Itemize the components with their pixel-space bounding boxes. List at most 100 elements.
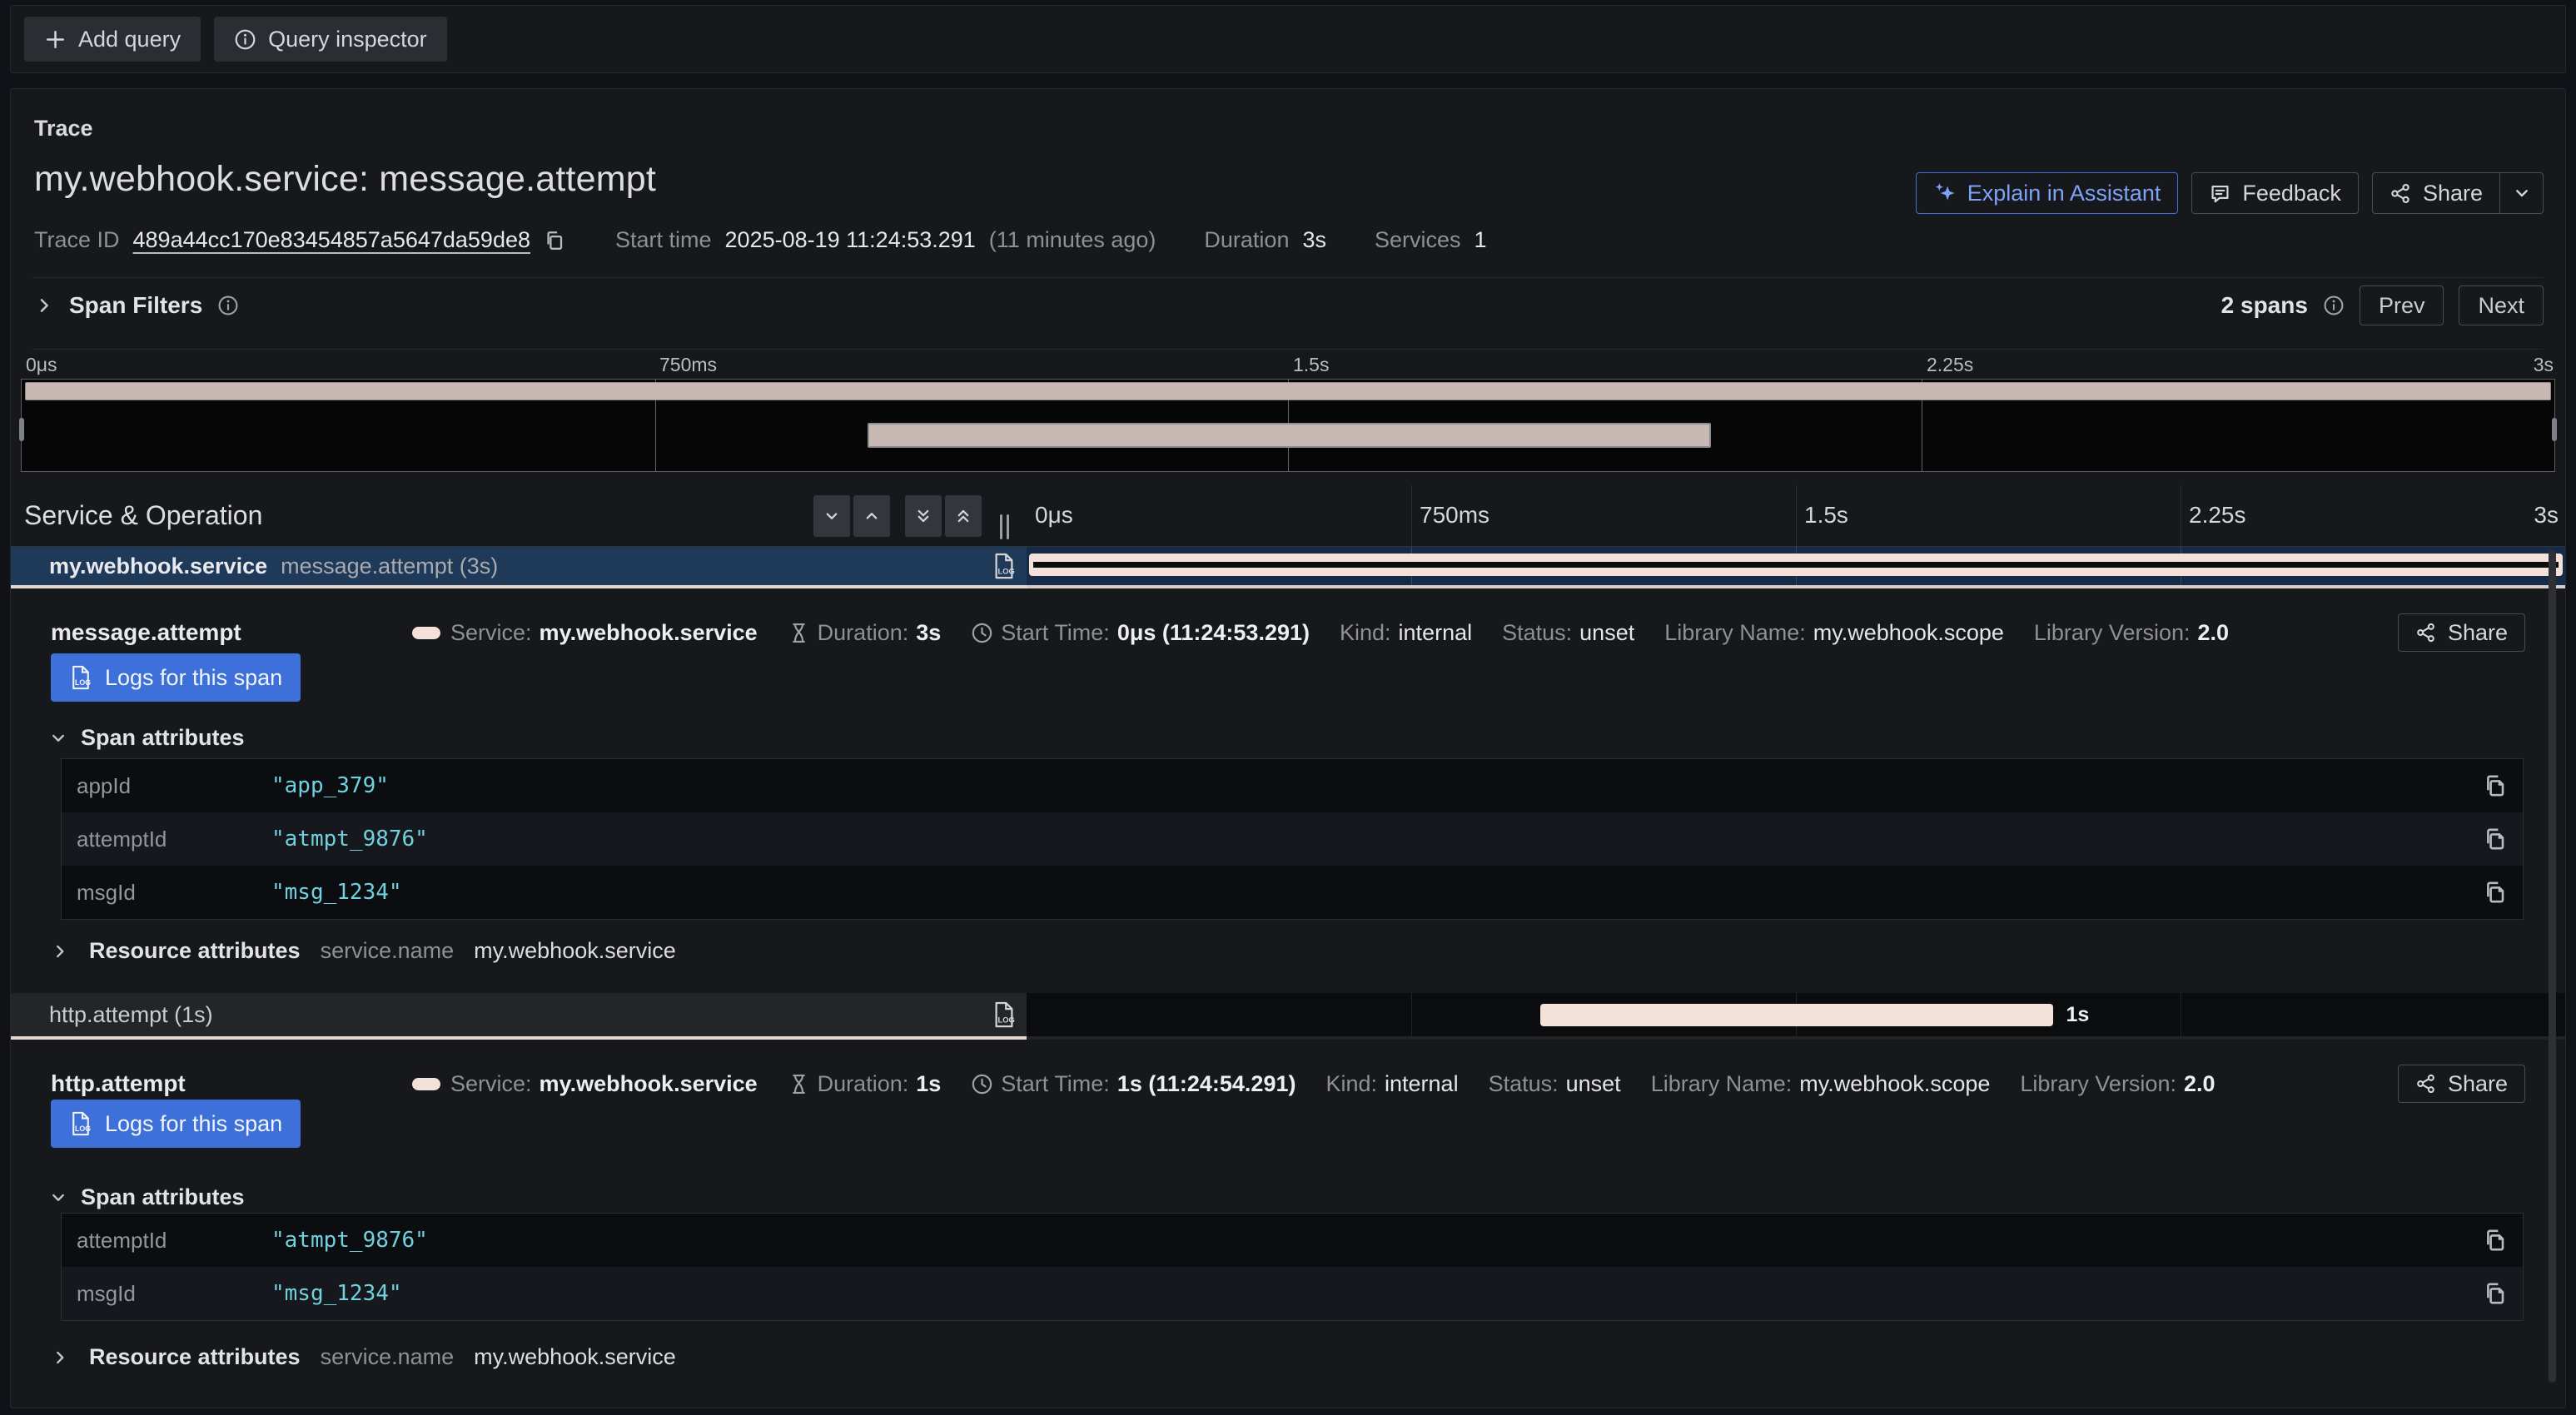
span-row-message-attempt[interactable]: my.webhook.service message.attempt (3s) … (11, 547, 2565, 588)
sparkle-icon (1933, 181, 1957, 205)
minimap-left-handle[interactable] (19, 418, 24, 441)
double-chevron-down-icon (914, 507, 932, 525)
attribute-value: "msg_1234" (271, 1281, 402, 1306)
span-attributes-toggle[interactable]: Span attributes (49, 1184, 245, 1210)
expand-one-button[interactable] (853, 495, 890, 537)
tick-label: 2.25s (2189, 502, 2246, 529)
trace-id-value: 489a44cc170e83454857a5647da59de8 (133, 227, 530, 253)
resource-attributes-toggle[interactable]: Resource attributes service.name my.webh… (51, 938, 676, 964)
start-time-label: Start Time: (1001, 1071, 1110, 1097)
collapse-all-button[interactable] (905, 495, 942, 537)
attribute-row: msgId "msg_1234" (62, 866, 2523, 919)
copy-icon (544, 229, 567, 252)
library-version-item: Library Version: 2.0 (2020, 1071, 2215, 1097)
svg-text:LOG: LOG (998, 567, 1015, 575)
minimap-right-handle[interactable] (2552, 418, 2557, 441)
share-dropdown-button[interactable] (2499, 173, 2543, 213)
duration-label: Duration: (818, 1071, 909, 1097)
logs-for-span-button[interactable]: LOG Logs for this span (51, 653, 301, 702)
copy-attribute-button[interactable] (2483, 1280, 2509, 1307)
logs-for-span-button[interactable]: LOG Logs for this span (51, 1100, 301, 1148)
share-button[interactable]: Share (2373, 173, 2499, 213)
service-value: my.webhook.service (540, 620, 758, 646)
double-chevron-up-icon (954, 507, 972, 525)
attribute-value: "msg_1234" (271, 880, 402, 905)
span-operation-name: http.attempt (1s) (49, 1002, 213, 1028)
duration-value: 1s (916, 1071, 941, 1097)
column-resize-handle[interactable] (993, 514, 1015, 546)
collapse-one-button[interactable] (813, 495, 850, 537)
divider (32, 277, 2544, 278)
copy-trace-id-button[interactable] (544, 229, 567, 252)
span-filters-toggle[interactable]: Span Filters (34, 292, 239, 319)
copy-attribute-button[interactable] (2483, 879, 2509, 906)
resource-attributes-toggle[interactable]: Resource attributes service.name my.webh… (51, 1344, 676, 1370)
prev-span-button[interactable]: Prev (2360, 285, 2444, 325)
query-editor-bar: Add query Query inspector (10, 5, 2566, 73)
log-document-icon: LOG (69, 1110, 92, 1137)
collapse-controls (813, 495, 982, 537)
span-filters-label: Span Filters (69, 292, 202, 319)
kind-item: Kind: internal (1340, 620, 1472, 646)
duration-item: Duration: 3s (788, 620, 942, 646)
span-row-http-attempt[interactable]: http.attempt (1s) LOG 1s (11, 993, 2565, 1040)
library-version-item: Library Version: 2.0 (2034, 620, 2229, 646)
comment-icon (2209, 182, 2231, 205)
span-logs-button[interactable]: LOG (992, 551, 1017, 581)
trace-id-label: Trace ID (34, 227, 120, 253)
hourglass-icon (788, 622, 810, 644)
status-label: Status: (1489, 1071, 1559, 1097)
status-value: unset (1579, 620, 1634, 646)
service-operation-header: Service & Operation (11, 485, 1027, 546)
duration-item: Duration: 1s (788, 1071, 942, 1097)
attribute-key: attemptId (62, 827, 271, 852)
resource-value: my.webhook.service (474, 938, 676, 964)
trace-minimap[interactable] (21, 379, 2555, 472)
library-name-item: Library Name: my.webhook.scope (1651, 1071, 1991, 1097)
trace-title: my.webhook.service: message.attempt (34, 159, 656, 200)
kind-item: Kind: internal (1325, 1071, 1458, 1097)
span-bar-message-attempt[interactable] (1029, 554, 2563, 576)
feedback-button[interactable]: Feedback (2191, 172, 2359, 214)
info-circle-icon (234, 28, 256, 51)
vertical-scrollbar-thumb[interactable] (2549, 550, 2556, 1383)
tick-label: 0μs (26, 354, 57, 376)
span-attributes-toggle[interactable]: Span attributes (49, 725, 245, 751)
span-attributes-label: Span attributes (81, 1184, 245, 1210)
query-inspector-button[interactable]: Query inspector (214, 17, 447, 62)
next-span-button[interactable]: Next (2459, 285, 2544, 325)
span-count: 2 spans (2221, 292, 2308, 319)
explain-in-assistant-button[interactable]: Explain in Assistant (1916, 172, 2179, 214)
log-document-icon: LOG (992, 1000, 1017, 1030)
resource-key: service.name (321, 938, 455, 964)
copy-attribute-button[interactable] (2483, 1227, 2509, 1254)
expand-all-button[interactable] (945, 495, 982, 537)
span-name-cell: my.webhook.service message.attempt (3s) … (11, 547, 1027, 588)
copy-attribute-button[interactable] (2483, 826, 2509, 852)
share-span-button[interactable]: Share (2398, 1065, 2525, 1103)
attribute-row: attemptId "atmpt_9876" (62, 1214, 2523, 1267)
svg-text:LOG: LOG (75, 678, 91, 687)
add-query-button[interactable]: Add query (24, 17, 201, 62)
share-icon (2390, 182, 2412, 205)
duration-label: Duration: (818, 620, 909, 646)
share-span-button[interactable]: Share (2398, 613, 2525, 652)
start-time-item: Start Time: 1s (11:24:54.291) (971, 1071, 1295, 1097)
library-name-label: Library Name: (1664, 620, 1806, 646)
span-logs-button[interactable]: LOG (992, 1000, 1017, 1030)
trace-meta: Trace ID 489a44cc170e83454857a5647da59de… (34, 227, 1487, 253)
status-item: Status: unset (1489, 1071, 1621, 1097)
start-time-value: 0μs (11:24:53.291) (1117, 620, 1310, 646)
timeline-ticks: 0μs 750ms 1.5s 2.25s 3s (1027, 485, 2565, 546)
span-bar-http-attempt[interactable] (1540, 1004, 2052, 1026)
copy-attribute-button[interactable] (2483, 772, 2509, 799)
service-label: Service: (450, 1071, 532, 1097)
chevron-down-icon (823, 507, 841, 525)
span-attributes-table: attemptId "atmpt_9876" msgId "msg_1234" (61, 1213, 2524, 1321)
kind-label: Kind: (1325, 1071, 1377, 1097)
tick-label: 3s (2534, 502, 2559, 529)
attribute-value: "atmpt_9876" (271, 1228, 428, 1253)
tick-label: 0μs (1035, 502, 1073, 529)
timeline-gridline (1411, 993, 1412, 1036)
library-name-value: my.webhook.scope (1799, 1071, 1990, 1097)
